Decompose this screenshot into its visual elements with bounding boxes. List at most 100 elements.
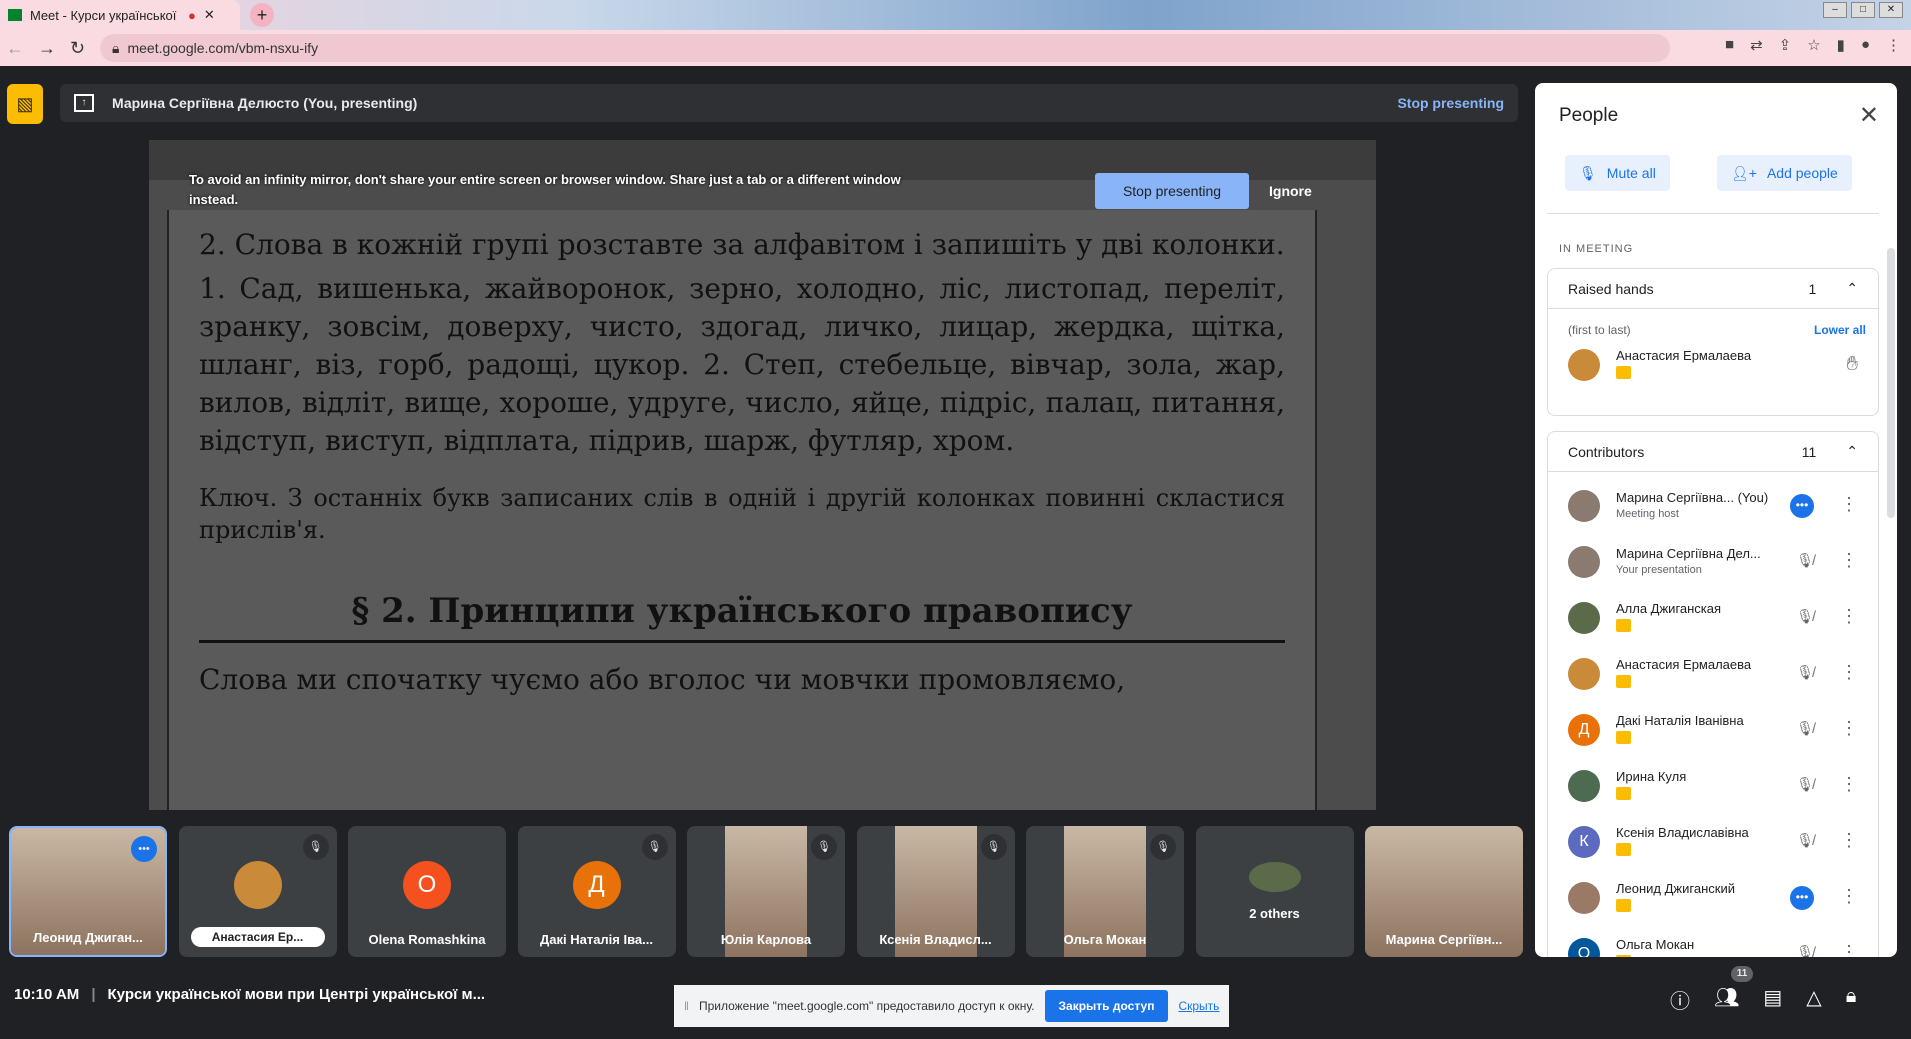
add-people-label: Add people <box>1766 165 1838 181</box>
camera-off-badge-icon <box>1616 618 1631 632</box>
contributor-row: О Ольга Мокан 🎙︎̸ ⋮ <box>1548 926 1878 957</box>
chevron-up-icon[interactable]: ⌃ <box>1846 443 1858 460</box>
participant-tile[interactable]: Д 🎙︎ Дакі Наталія Іва... <box>517 826 676 957</box>
raised-hands-header[interactable]: Raised hands 1 ⌃ <box>1548 269 1878 309</box>
people-panel: People ✕ 🎙︎ Mute all 👤︎+ Add people IN MEE… <box>1535 83 1897 957</box>
chat-icon[interactable]: ▤ <box>1763 985 1782 1014</box>
people-count-badge: 11 <box>1731 966 1753 982</box>
url-bar[interactable]: 🔒︎ meet.google.com/vbm-nsxu-ify <box>100 34 1670 62</box>
new-tab-button[interactable]: + <box>250 3 274 27</box>
host-controls-icon[interactable]: 🔒︎ <box>1846 985 1857 1014</box>
warning-ignore-button[interactable]: Ignore <box>1269 173 1312 209</box>
mic-off-icon[interactable]: 🎙︎̸ <box>1796 832 1814 849</box>
bookmark-star-icon[interactable]: ☆ <box>1807 36 1820 54</box>
avatar <box>1568 602 1600 634</box>
hide-link[interactable]: Скрыть <box>1178 999 1219 1013</box>
more-options-icon[interactable]: ⋮ <box>1840 662 1858 683</box>
divider <box>1547 213 1879 214</box>
avatar: О <box>1568 938 1600 957</box>
warning-stop-presenting-button[interactable]: Stop presenting <box>1095 173 1249 209</box>
more-options-icon[interactable]: ⋮ <box>1840 830 1858 851</box>
contributors-section: Contributors 11 ⌃ Марина Сергіївна... (You… <box>1547 431 1879 957</box>
mic-off-icon[interactable]: 🎙︎̸ <box>1796 608 1814 625</box>
camera-off-badge-icon <box>1616 954 1631 957</box>
info-icon[interactable]: ⓘ <box>1670 985 1690 1014</box>
raised-hands-count: 1 <box>1808 280 1817 297</box>
add-people-button[interactable]: 👤︎+ Add people <box>1717 155 1852 191</box>
contributors-header[interactable]: Contributors 11 ⌃ <box>1548 432 1878 472</box>
mic-off-icon[interactable]: 🎙︎̸ <box>1796 664 1814 681</box>
participant-tile[interactable]: 🎙︎ Ксенія Владисл... <box>856 826 1015 957</box>
participant-tile[interactable]: 🎙︎ Ольга Мокан <box>1026 826 1184 957</box>
avatar: O <box>403 861 451 909</box>
mic-off-icon[interactable]: 🎙︎̸ <box>1796 720 1814 737</box>
more-options-icon[interactable]: ⋮ <box>1840 606 1858 627</box>
mic-off-icon[interactable]: 🎙︎̸ <box>1796 776 1814 793</box>
participant-tile[interactable]: 🎙︎ Анастасия Ер... <box>178 826 337 957</box>
participant-name: Olena Romashkina <box>368 932 486 947</box>
clock: 10:10 AM <box>14 986 80 1003</box>
camera-off-indicator-icon[interactable]: ▧ <box>7 84 43 124</box>
minimize-button[interactable]: – <box>1823 2 1847 18</box>
presenter-label: Марина Сергіївна Делюсто (You, presentin… <box>112 95 418 111</box>
maximize-button[interactable]: □ <box>1851 2 1875 18</box>
browser-tab[interactable]: Meet - Курси української мо ● ✕ <box>0 0 240 30</box>
forward-icon[interactable]: → <box>38 38 56 59</box>
person-name: Марина Сергіївна... (You) <box>1616 490 1769 505</box>
activities-icon[interactable]: △ <box>1806 985 1821 1014</box>
share-icon[interactable]: ⇪ <box>1779 36 1792 54</box>
participant-name: Леонид Джиган... <box>33 930 143 945</box>
avatar <box>1568 882 1600 914</box>
more-options-icon[interactable]: ⋮ <box>1840 718 1858 739</box>
close-tab-icon[interactable]: ✕ <box>204 7 215 23</box>
back-icon[interactable]: ← <box>6 38 24 59</box>
close-window-button[interactable]: ✕ <box>1879 2 1903 18</box>
people-icon[interactable]: 👥︎ <box>1714 985 1739 1014</box>
more-options-icon[interactable]: ⋮ <box>1840 886 1858 907</box>
menu-icon[interactable]: ⋮ <box>1886 36 1901 54</box>
meeting-title: Курси української мови при Центрі україн… <box>107 986 486 1003</box>
camera-icon[interactable]: ■ <box>1725 36 1734 54</box>
close-icon[interactable]: ✕ <box>1859 101 1879 130</box>
participant-tile[interactable]: 2 others <box>1195 826 1354 957</box>
participant-tile[interactable]: O Olena Romashkina <box>348 826 506 957</box>
avatar <box>1568 658 1600 690</box>
reload-icon[interactable]: ↻ <box>70 38 85 59</box>
chevron-up-icon[interactable]: ⌃ <box>1846 280 1858 297</box>
raised-hand-icon[interactable]: ✋︎ <box>1847 353 1858 376</box>
person-name: Анастасия Ермалаева <box>1616 656 1752 672</box>
mic-off-icon[interactable]: 🎙︎̸ <box>1796 552 1814 569</box>
more-options-icon[interactable]: ⋮ <box>1840 550 1858 571</box>
shared-screen: 2. Слова в кожній групі розставте за алф… <box>149 140 1376 810</box>
scrollbar[interactable] <box>1887 248 1895 518</box>
address-bar-row: ← → ↻ 🔒︎ meet.google.com/vbm-nsxu-ify ■ ⇄ ⇪… <box>0 30 1911 66</box>
avatar <box>1568 349 1600 381</box>
stop-sharing-button[interactable]: Закрыть доступ <box>1044 990 1169 1022</box>
sidepanel-icon[interactable]: ▮ <box>1837 36 1845 54</box>
more-options-icon[interactable]: ⋮ <box>1840 942 1858 957</box>
mic-off-icon[interactable]: 🎙︎̸ <box>1796 944 1814 957</box>
contributor-row: Анастасия Ермалаева 🎙︎̸ ⋮ <box>1548 646 1878 702</box>
camera-off-badge-icon <box>1616 786 1631 800</box>
participant-tile[interactable]: ••• Леонид Джиган... <box>9 826 167 957</box>
audio-active-icon: ••• <box>131 836 157 862</box>
contributors-count: 11 <box>1801 443 1817 460</box>
avatar <box>1568 770 1600 802</box>
camera-off-badge-icon <box>1616 842 1631 856</box>
avatar <box>1568 490 1600 522</box>
translate-icon[interactable]: ⇄ <box>1750 36 1763 54</box>
drag-handle-icon[interactable]: ‖ <box>684 999 689 1013</box>
participant-tile[interactable]: Марина Сергіївн... <box>1365 826 1523 957</box>
lower-all-button[interactable]: Lower all <box>1814 323 1866 337</box>
person-role: Meeting host <box>1616 508 1679 520</box>
camera-off-badge-icon <box>1616 674 1631 688</box>
avatar <box>233 861 282 909</box>
stop-presenting-link[interactable]: Stop presenting <box>1397 95 1504 111</box>
participant-tile[interactable]: 🎙︎ Юлія Карлова <box>687 826 845 957</box>
person-name: Леонид Джиганский <box>1616 880 1735 896</box>
more-options-icon[interactable]: ⋮ <box>1840 774 1858 795</box>
more-options-icon[interactable]: ⋮ <box>1840 494 1858 515</box>
mute-all-button[interactable]: 🎙︎ Mute all <box>1565 155 1670 191</box>
profile-avatar[interactable]: ● <box>1861 36 1870 54</box>
participant-name: Анастасия Ер... <box>190 927 325 947</box>
